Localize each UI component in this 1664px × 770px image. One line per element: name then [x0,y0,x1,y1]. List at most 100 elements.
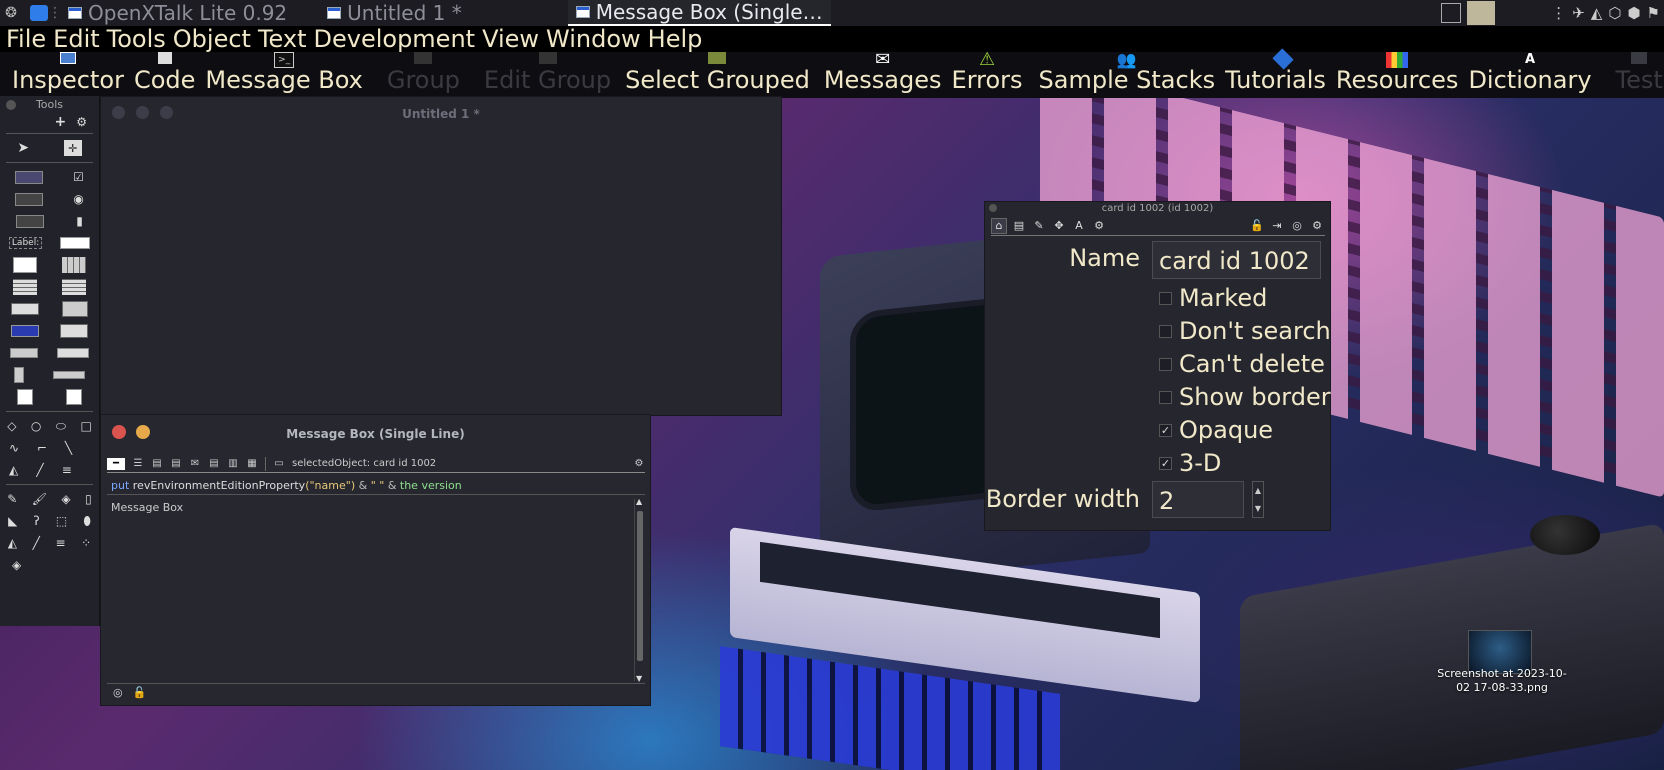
single-line-mode-icon[interactable]: ━ [107,457,125,470]
eraser-tool-icon[interactable]: ◣ [8,514,17,528]
show-border-checkbox[interactable] [1159,390,1172,404]
close-window-icon[interactable] [989,204,997,212]
unlock-icon[interactable]: 🔓 [133,686,147,699]
tab-basic-home-icon[interactable]: ⌂ [991,217,1007,234]
multi-line-mode-icon[interactable]: ☰ [132,458,144,470]
package-icon[interactable]: ⬡ [1608,4,1621,22]
menu-file[interactable]: File [6,26,46,52]
bucket-tool-icon[interactable]: ◈ [61,492,70,506]
taskbar-item-message-box[interactable]: Message Box (Single… [567,0,831,26]
document-tool-icon[interactable]: ▮ [76,214,83,228]
app-launcher-icon[interactable] [28,2,50,24]
tutorials-button[interactable]: Tutorials [1225,48,1326,98]
front-scripts-icon[interactable]: ▤ [208,458,220,470]
message-input[interactable]: put revEnvironmentEditionProperty("name"… [107,477,645,495]
inspector-button[interactable]: Inspector [12,52,124,98]
rect-button-tool-icon[interactable] [16,214,45,228]
export-icon[interactable]: ⇥ [1269,218,1285,234]
player-tool-icon[interactable] [66,389,83,405]
spray-tool-icon[interactable]: ▯ [85,492,92,506]
marked-checkbox-row[interactable]: Marked [1159,283,1267,313]
little-arrows-tool-icon[interactable] [14,367,25,383]
select-grouped-button[interactable]: Select Grouped [625,52,810,98]
desktop-file-label[interactable]: Screenshot at 2023-10-02 17-08-33.png [1432,667,1572,695]
fill-color-icon[interactable]: ◭ [9,463,18,477]
menu-edit[interactable]: Edit [53,26,99,52]
gear-logo-icon[interactable]: ❂ [0,2,22,24]
tab-contents-icon[interactable]: ▤ [1011,218,1027,234]
progress-tool-icon[interactable] [9,348,38,358]
pen-color-icon[interactable]: ╱ [36,463,43,477]
menu-tools[interactable]: Tools [107,26,166,52]
stacks-in-use-icon[interactable]: ▦ [246,458,258,470]
3d-checkbox[interactable]: ✓ [1159,456,1172,470]
updates-icon[interactable]: ⬢ [1627,4,1640,22]
gear-icon[interactable]: ⚙ [633,458,645,470]
border-width-field[interactable]: 2 [1152,481,1244,518]
scrolling-field-tool-icon[interactable] [12,257,37,273]
menu-help[interactable]: Help [648,26,703,52]
edit-group-button[interactable]: Edit Group [484,52,611,98]
image-tool-icon[interactable] [16,389,33,405]
global-properties-icon[interactable]: ▤ [151,458,163,470]
stepper-up-icon[interactable]: ▲ [1255,486,1261,495]
target-icon[interactable]: ◎ [113,686,123,699]
code-button[interactable]: Code [134,52,195,98]
scroll-up-icon[interactable]: ▲ [636,497,642,506]
paint-fill-color-icon[interactable]: ◭ [8,536,17,550]
line-tool-icon[interactable]: ╲ [65,441,72,455]
pattern-icon[interactable]: ⁘ [81,536,91,550]
menu-window[interactable]: Window [546,26,641,52]
list-field-tool-icon[interactable] [12,279,37,295]
show-border-checkbox-row[interactable]: Show border [1159,382,1331,412]
resources-button[interactable]: Resources [1336,52,1458,98]
taskbar-item-openxtalk[interactable]: OpenXTalk Lite 0.92 [60,0,295,26]
browse-tool-icon[interactable]: ➤ [17,140,29,156]
combo-box-tool-icon[interactable] [10,325,39,337]
label-tool-icon[interactable]: Label: [8,237,43,249]
rectangle-tool-icon[interactable]: □ [80,419,91,433]
cant-delete-checkbox-row[interactable]: Can't delete [1159,349,1325,379]
tree-field-tool-icon[interactable] [62,279,87,295]
paint-line-width-icon[interactable]: ≡ [55,536,65,550]
brush-shape-icon[interactable]: ◈ [12,558,21,572]
table-field-tool-icon[interactable] [62,257,87,273]
network-icon[interactable]: ◭ [1591,4,1603,22]
add-icon[interactable]: + [55,114,67,130]
option-button-tool-icon[interactable] [60,324,89,338]
round-rect-tool-icon[interactable]: ⬭ [56,419,66,434]
pending-messages-icon[interactable]: ✉ [189,458,201,470]
menu-view[interactable]: View [482,26,539,52]
menu-development[interactable]: Development [314,26,476,52]
message-box-button[interactable]: >_ Message Box [205,52,363,98]
workspace-switcher-icon[interactable] [1441,3,1462,23]
diamond-tool-icon[interactable]: ◇ [7,419,16,433]
opaque-checkbox-row[interactable]: ✓ Opaque [1159,415,1273,445]
tab-advanced-icon[interactable]: ⚙ [1091,218,1107,234]
message-results[interactable]: Message Box [107,499,637,679]
slider-tool-icon[interactable] [52,371,85,379]
group-button[interactable]: Group [387,52,460,98]
edit-tool-icon[interactable]: ✛ [63,140,82,156]
messages-button[interactable]: ✉ Messages [824,49,942,98]
scroll-down-icon[interactable]: ▼ [636,674,642,683]
border-width-stepper[interactable]: ▲ ▼ [1252,481,1264,518]
checkbox-tool-icon[interactable]: ☑ [73,170,84,184]
back-scripts-icon[interactable]: ▥ [227,458,239,470]
curve-tool-icon[interactable]: ∿ [9,441,19,455]
sample-stacks-button[interactable]: 👥 Sample Stacks [1039,50,1216,98]
tools-titlebar[interactable]: Tools [0,96,99,114]
menu-object[interactable]: Object [173,26,251,52]
line-width-icon[interactable]: ≡ [62,463,72,477]
dictionary-button[interactable]: A Dictionary [1468,52,1591,98]
results-scrollbar[interactable]: ▲ ▼ [634,497,644,683]
paint-pen-color-icon[interactable]: ╱ [33,536,40,550]
3d-checkbox-row[interactable]: ✓ 3-D [1159,448,1221,478]
errors-button[interactable]: ⚠ Errors [952,49,1023,98]
scrollbar-thumb[interactable] [637,511,643,661]
oval-tool-icon[interactable]: ○ [31,419,41,433]
stepper-down-icon[interactable]: ▼ [1255,504,1261,513]
telegram-icon[interactable]: ✈ [1572,4,1585,22]
tab-position-icon[interactable]: ✥ [1051,218,1067,234]
target-icon[interactable]: ◎ [1289,218,1305,234]
